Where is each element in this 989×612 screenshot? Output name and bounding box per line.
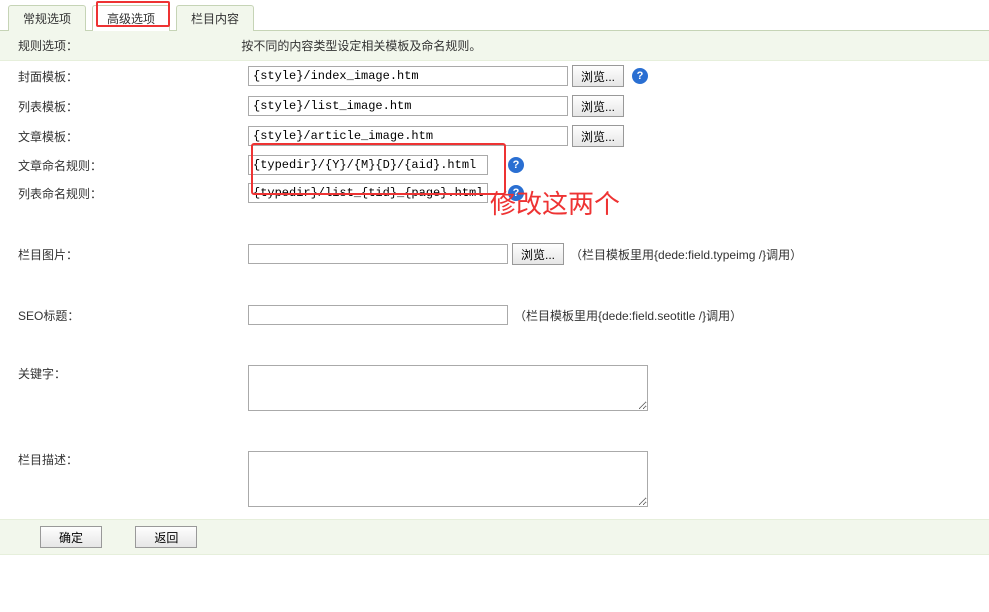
seo-title-hint: （栏目模板里用{dede:field.seotitle /}调用） — [514, 307, 742, 324]
tab-general[interactable]: 常规选项 — [8, 5, 86, 31]
list-template-label: 列表模板： — [18, 98, 248, 115]
column-description-label: 栏目描述： — [18, 451, 248, 468]
list-template-browse-button[interactable]: 浏览... — [572, 95, 624, 117]
row-article-template: 文章模板： 浏览... — [0, 121, 989, 151]
list-naming-rule-input[interactable] — [248, 183, 488, 203]
cover-template-label: 封面模板： — [18, 68, 248, 85]
article-naming-rule-label: 文章命名规则： — [18, 157, 248, 174]
row-column-description: 栏目描述： — [0, 447, 989, 511]
row-cover-template: 封面模板： 浏览... ? — [0, 61, 989, 91]
cover-template-input[interactable] — [248, 66, 568, 86]
help-icon[interactable]: ? — [632, 68, 648, 84]
row-list-template: 列表模板： 浏览... — [0, 91, 989, 121]
column-description-textarea[interactable] — [248, 451, 648, 507]
help-icon[interactable]: ? — [508, 157, 524, 173]
row-seo-title: SEO标题： （栏目模板里用{dede:field.seotitle /}调用） — [0, 301, 989, 329]
ok-button[interactable]: 确定 — [40, 526, 102, 548]
list-naming-rule-label: 列表命名规则： — [18, 185, 248, 202]
rule-description: 按不同的内容类型设定相关模板及命名规则。 — [241, 39, 481, 53]
row-keywords: 关键字： — [0, 361, 989, 415]
seo-title-input[interactable] — [248, 305, 508, 325]
list-template-input[interactable] — [248, 96, 568, 116]
rule-label: 规则选项： — [8, 37, 238, 54]
article-template-label: 文章模板： — [18, 128, 248, 145]
row-list-naming-rule: 列表命名规则： ? — [0, 179, 989, 207]
tab-advanced[interactable]: 高级选项 — [92, 5, 170, 31]
column-image-hint: （栏目模板里用{dede:field.typeimg /}调用） — [570, 246, 802, 263]
row-column-image: 栏目图片： 浏览... （栏目模板里用{dede:field.typeimg /… — [0, 239, 989, 269]
form-area: 封面模板： 浏览... ? 列表模板： 浏览... 文章模板： 浏览... 文章… — [0, 61, 989, 511]
column-image-label: 栏目图片： — [18, 246, 248, 263]
footer-buttons: 确定 返回 — [0, 519, 989, 555]
back-button[interactable]: 返回 — [135, 526, 197, 548]
tab-content[interactable]: 栏目内容 — [176, 5, 254, 31]
column-image-browse-button[interactable]: 浏览... — [512, 243, 564, 265]
keywords-label: 关键字： — [18, 365, 248, 382]
seo-title-label: SEO标题： — [18, 307, 248, 324]
cover-template-browse-button[interactable]: 浏览... — [572, 65, 624, 87]
keywords-textarea[interactable] — [248, 365, 648, 411]
article-template-input[interactable] — [248, 126, 568, 146]
tabs-bar: 常规选项 高级选项 栏目内容 — [0, 0, 989, 31]
article-naming-rule-input[interactable] — [248, 155, 488, 175]
row-article-naming-rule: 文章命名规则： ? — [0, 151, 989, 179]
article-template-browse-button[interactable]: 浏览... — [572, 125, 624, 147]
help-icon[interactable]: ? — [508, 185, 524, 201]
rule-description-row: 规则选项： 按不同的内容类型设定相关模板及命名规则。 — [0, 31, 989, 61]
column-image-input[interactable] — [248, 244, 508, 264]
